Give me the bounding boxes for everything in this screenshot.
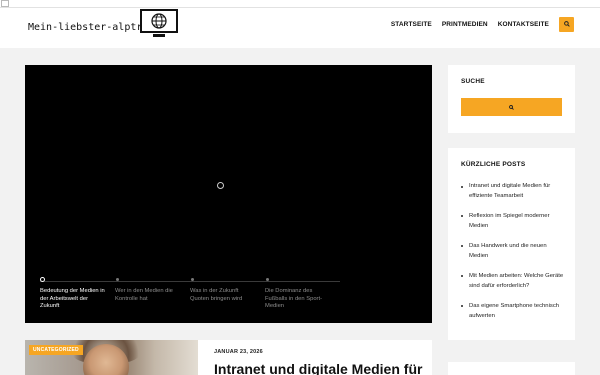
monitor-globe-icon <box>140 9 178 37</box>
post-card: UNCATEGORIZED JANUAR 23, 2026 Intranet u… <box>25 340 432 375</box>
main-nav: STARTSEITE PRINTMEDIEN KONTAKTSEITE <box>381 16 574 32</box>
sidebar-search-button[interactable] <box>461 98 562 116</box>
nav-item-printmedien[interactable]: PRINTMEDIEN <box>442 21 488 28</box>
sidebar-widget-next <box>448 362 575 375</box>
search-icon <box>563 21 570 27</box>
search-icon <box>509 104 514 110</box>
slider-dot-active <box>40 277 45 282</box>
slider-tab[interactable]: Bedeutung der Medien in der Arbeitswelt … <box>40 277 108 311</box>
slider-tab-title: Wer in den Medien die Kontrolle hat <box>115 288 173 302</box>
broken-image-icon <box>1 0 9 7</box>
category-badge[interactable]: UNCATEGORIZED <box>29 345 83 355</box>
slider-tab-title: Die Dominanz des Fußballs in den Sport-M… <box>265 288 323 310</box>
slider-tab-title: Bedeutung der Medien in der Arbeitswelt … <box>40 288 105 310</box>
nav-item-kontaktseite[interactable]: KONTAKTSEITE <box>498 21 549 28</box>
slider-tab[interactable]: Was in der Zukunft Quoten bringen wird <box>190 278 258 303</box>
recent-post-link[interactable]: Mit Medien arbeiten: Welche Geräte sind … <box>461 271 566 292</box>
post-title[interactable]: Intranet und digitale Medien für <box>214 361 422 375</box>
search-widget: SUCHE <box>448 65 575 133</box>
post-date: JANUAR 23, 2026 <box>214 349 263 355</box>
recent-post-link[interactable]: Das Handwerk und die neuen Medien <box>461 241 566 262</box>
slider-tab[interactable]: Die Dominanz des Fußballs in den Sport-M… <box>265 278 333 311</box>
recent-posts-list: Intranet und digitale Medien für effizie… <box>461 181 566 330</box>
recent-post-link[interactable]: Reflexion im Spiegel moderner Medien <box>461 211 566 232</box>
slider-dot <box>191 278 194 281</box>
featured-slider[interactable]: Bedeutung der Medien in der Arbeitswelt … <box>25 65 432 323</box>
slider-tab[interactable]: Wer in den Medien die Kontrolle hat <box>115 278 183 303</box>
loading-spinner-icon <box>217 182 224 189</box>
recent-posts-title: KÜRZLICHE POSTS <box>461 161 526 168</box>
slider-dot <box>116 278 119 281</box>
post-thumbnail[interactable]: UNCATEGORIZED <box>25 340 198 375</box>
browser-top-strip <box>0 0 600 8</box>
slider-dot <box>266 278 269 281</box>
nav-item-startseite[interactable]: STARTSEITE <box>391 21 432 28</box>
header-search-button[interactable] <box>559 16 574 32</box>
search-widget-title: SUCHE <box>461 78 485 85</box>
site-header: Mein-liebster-alptraum.de STARTSEITE PRI… <box>0 8 600 48</box>
recent-post-link[interactable]: Das eigene Smartphone technisch aufwerte… <box>461 301 566 322</box>
recent-posts-widget: KÜRZLICHE POSTS Intranet und digitale Me… <box>448 148 575 340</box>
recent-post-link[interactable]: Intranet und digitale Medien für effizie… <box>461 181 566 202</box>
slider-tab-title: Was in der Zukunft Quoten bringen wird <box>190 288 243 302</box>
